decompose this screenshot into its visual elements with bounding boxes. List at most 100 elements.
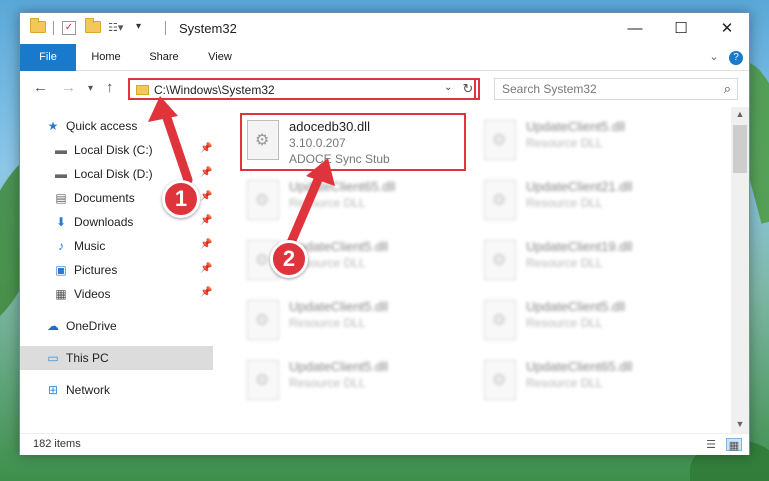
help-icon[interactable]: ? <box>727 44 745 71</box>
sidebar-item-quick-access[interactable]: ★ Quick access <box>20 114 213 138</box>
maximize-button[interactable]: ☐ <box>658 13 704 44</box>
address-text: C:\Windows\System32 <box>154 83 275 97</box>
ribbon-tabs: File Home Share View ⌄ ? <box>20 44 749 71</box>
computer-icon: ▭ <box>47 351 59 365</box>
search-icon: ⌕ <box>723 81 731 96</box>
sidebar-item-label: Videos <box>74 287 111 301</box>
sidebar-item-label: Network <box>66 383 111 397</box>
navigation-pane: ★ Quick access ▬ Local Disk (C:) 📌 ▬ Loc… <box>20 107 213 433</box>
sidebar-item-pictures[interactable]: ▣ Pictures 📌 <box>20 258 213 282</box>
step-badge-2: 2 <box>270 240 308 278</box>
customize-toolbar-icon[interactable]: ☷▾ <box>108 21 130 35</box>
new-folder-icon[interactable] <box>85 18 101 33</box>
file-description: Resource DLL <box>289 316 366 330</box>
drive-icon: ▬ <box>55 143 67 157</box>
sidebar-item-label: Pictures <box>74 263 118 277</box>
back-arrow-icon[interactable]: ← <box>33 79 48 96</box>
tiles-view-icon[interactable]: ▦ <box>726 438 742 452</box>
videos-icon: ▦ <box>55 287 67 301</box>
file-description: Resource DLL <box>526 376 603 390</box>
file-name: UpdateClient5.dll <box>526 299 626 314</box>
pin-icon: 📌 <box>200 287 213 298</box>
sidebar-item-label: Music <box>74 239 106 253</box>
file-name: UpdateClient65.dll <box>526 359 633 374</box>
sidebar-item-label: Local Disk (C:) <box>74 143 153 157</box>
minimize-button[interactable]: — <box>612 13 658 44</box>
dll-file-icon <box>484 360 516 400</box>
file-name: UpdateClient5.dll <box>289 359 389 374</box>
vertical-scrollbar[interactable]: ▲ ▼ <box>731 107 749 433</box>
separator <box>165 21 166 35</box>
item-count: 182 items <box>33 438 81 450</box>
sidebar-item-music[interactable]: ♪ Music 📌 <box>20 234 213 258</box>
sidebar-item-videos[interactable]: ▦ Videos 📌 <box>20 282 213 306</box>
pin-icon: 📌 <box>200 143 213 154</box>
properties-icon[interactable]: ✓ <box>62 21 76 35</box>
sidebar-item-label: OneDrive <box>66 319 117 333</box>
search-placeholder: Search System32 <box>502 82 597 96</box>
scroll-thumb[interactable] <box>733 125 747 173</box>
scroll-up-icon[interactable]: ▲ <box>731 109 749 119</box>
title-bar: ✓ ☷▾ ▾ System32 — ☐ ✕ <box>20 13 749 44</box>
file-item[interactable]: UpdateClient5.dll Resource DLL <box>241 292 471 350</box>
file-item[interactable]: UpdateClient5.dll Resource DLL <box>478 292 708 350</box>
drive-icon: ▬ <box>55 167 67 181</box>
step-badge-1: 1 <box>162 180 200 218</box>
download-icon: ⬇ <box>55 215 67 229</box>
file-description: Resource DLL <box>526 196 603 210</box>
pin-icon: 📌 <box>200 191 213 202</box>
file-item[interactable]: UpdateClient5.dll Resource DLL <box>478 112 708 170</box>
file-name: UpdateClient5.dll <box>289 299 389 314</box>
window-title: System32 <box>179 21 237 36</box>
file-name: UpdateClient65.dll <box>289 179 396 194</box>
expand-ribbon-icon[interactable]: ⌄ <box>704 44 724 71</box>
refresh-button[interactable]: ↻ <box>458 78 480 100</box>
scroll-down-icon[interactable]: ▼ <box>731 419 749 429</box>
sidebar-item-local-disk-c[interactable]: ▬ Local Disk (C:) 📌 <box>20 138 213 162</box>
file-name: UpdateClient19.dll <box>526 239 633 254</box>
sidebar-item-onedrive[interactable]: ☁ OneDrive <box>20 314 213 338</box>
sidebar-item-label: Downloads <box>74 215 134 229</box>
pin-icon: 📌 <box>200 215 213 226</box>
sidebar-item-network[interactable]: ⊞ Network <box>20 378 213 402</box>
address-bar[interactable]: C:\Windows\System32 ⌄ <box>128 78 476 100</box>
file-name: UpdateClient5.dll <box>526 119 626 134</box>
pictures-icon: ▣ <box>55 263 67 277</box>
navigation-bar: ← → ▾ ↑ C:\Windows\System32 ⌄ ↻ Search S… <box>20 71 749 107</box>
address-dropdown-icon[interactable]: ⌄ <box>444 82 452 93</box>
file-item[interactable]: UpdateClient65.dll Resource DLL <box>478 352 708 410</box>
network-icon: ⊞ <box>47 383 59 397</box>
forward-arrow-icon[interactable]: → <box>61 79 76 96</box>
file-description: Resource DLL <box>289 196 366 210</box>
dll-file-icon <box>484 180 516 220</box>
cloud-icon: ☁ <box>47 319 59 333</box>
file-explorer-window: ✓ ☷▾ ▾ System32 — ☐ ✕ File Home Share Vi… <box>19 12 750 455</box>
pin-icon: 📌 <box>200 239 213 250</box>
dll-file-icon <box>484 240 516 280</box>
dll-file-icon <box>247 360 279 400</box>
file-item[interactable]: UpdateClient5.dll Resource DLL <box>241 352 471 410</box>
file-item[interactable]: UpdateClient65.dll Resource DLL <box>241 172 471 230</box>
file-item[interactable]: UpdateClient19.dll Resource DLL <box>478 232 708 290</box>
close-button[interactable]: ✕ <box>704 13 750 44</box>
separator <box>53 21 54 35</box>
folder-icon <box>136 85 149 95</box>
quick-access-dropdown-icon[interactable]: ▾ <box>136 21 146 35</box>
up-arrow-icon[interactable]: ↑ <box>106 79 114 96</box>
sidebar-item-this-pc[interactable]: ▭ This PC <box>20 346 213 370</box>
tab-home[interactable]: Home <box>80 44 132 71</box>
file-description: Resource DLL <box>526 256 603 270</box>
file-highlight-box <box>240 113 466 171</box>
sidebar-item-label: This PC <box>66 351 109 365</box>
tab-share[interactable]: Share <box>138 44 190 71</box>
details-view-icon[interactable]: ☰ <box>703 438 719 451</box>
tab-view[interactable]: View <box>196 44 244 71</box>
tab-file[interactable]: File <box>20 44 76 71</box>
search-input[interactable]: Search System32 ⌕ <box>494 78 738 100</box>
file-item[interactable]: UpdateClient21.dll Resource DLL <box>478 172 708 230</box>
file-description: Resource DLL <box>526 136 603 150</box>
recent-locations-icon[interactable]: ▾ <box>88 83 93 94</box>
folder-icon <box>30 18 46 33</box>
file-name: UpdateClient21.dll <box>526 179 633 194</box>
status-bar: 182 items ☰ ▦ <box>20 433 749 455</box>
